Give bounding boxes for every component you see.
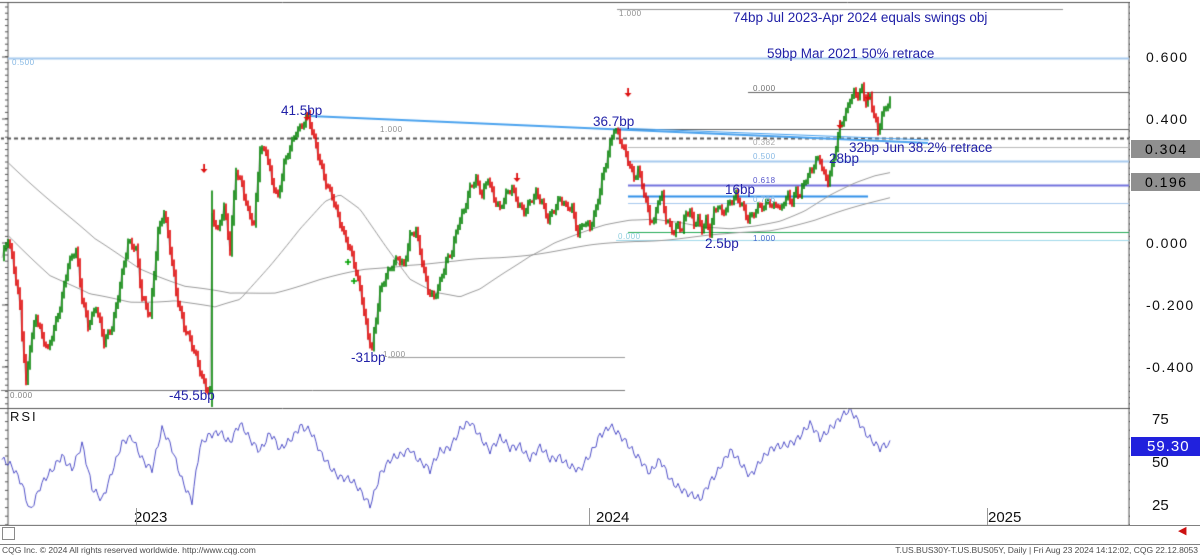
price-annotation[interactable]: 2.5bp: [705, 237, 739, 251]
fib-level-label: 0.500: [12, 59, 35, 67]
price-annotation[interactable]: 74bp Jul 2023-Apr 2024 equals swings obj: [733, 11, 987, 25]
fib-level-label: 0.000: [618, 233, 641, 241]
price-annotation[interactable]: -45.5bp: [169, 389, 215, 403]
time-axis-year-label: 2024: [596, 510, 629, 525]
rsi-axis-label: 25: [1152, 498, 1169, 513]
price-axis-label: 0.600: [1146, 50, 1189, 64]
price-annotation[interactable]: 16bp: [725, 183, 755, 197]
cqg-chart-window: 74bp Jul 2023-Apr 2024 equals swings obj…: [0, 0, 1200, 554]
price-level-badge: 0.304: [1131, 140, 1200, 158]
status-bar: CQG Inc. © 2024 All rights reserved worl…: [0, 545, 1200, 554]
price-axis-label: 0.000: [1146, 236, 1189, 250]
fib-level-label: 0.618: [753, 177, 776, 185]
fib-level-label: 1.000: [383, 351, 406, 359]
price-annotation[interactable]: 32bp Jun 38.2% retrace: [849, 141, 992, 155]
price-annotation[interactable]: 28bp: [829, 152, 859, 166]
price-annotation[interactable]: -31bp: [351, 351, 386, 365]
price-annotation[interactable]: 36.7bp: [593, 115, 634, 129]
year-divider: [136, 508, 137, 525]
price-axis-label: -0.200: [1146, 298, 1195, 312]
time-axis-year-label: 2025: [988, 510, 1021, 525]
time-axis-band[interactable]: [0, 525, 1200, 545]
fib-level-label: 0.786: [753, 196, 776, 204]
fib-level-label: 1.000: [753, 235, 776, 243]
rsi-pane-title: RSI: [10, 410, 38, 423]
price-annotation[interactable]: 59bp Mar 2021 50% retrace: [767, 47, 934, 61]
fib-level-label: 1.000: [380, 126, 403, 134]
scroll-to-latest-arrow-icon[interactable]: ◀: [1178, 524, 1186, 537]
chart-canvas[interactable]: [0, 0, 1130, 545]
price-level-badge: 0.196: [1131, 173, 1200, 191]
rsi-value-badge: 59.30: [1131, 437, 1200, 456]
fib-level-label: 0.000: [753, 85, 776, 93]
fib-level-label: 0.382: [753, 139, 776, 147]
year-divider: [589, 508, 590, 525]
year-divider: [987, 508, 988, 525]
price-axis-label: 0.400: [1146, 112, 1189, 126]
rsi-axis-label: 50: [1152, 455, 1169, 470]
corner-checkbox[interactable]: [2, 527, 15, 540]
price-annotation[interactable]: 41.5bp: [281, 104, 322, 118]
time-axis-year-label: 2023: [134, 510, 167, 525]
price-axis-label: -0.400: [1146, 360, 1195, 374]
fib-level-label: 0.500: [753, 153, 776, 161]
rsi-axis-label: 75: [1152, 412, 1169, 427]
fib-level-label: 1.000: [619, 10, 642, 18]
fib-level-label: 0.000: [10, 392, 33, 400]
